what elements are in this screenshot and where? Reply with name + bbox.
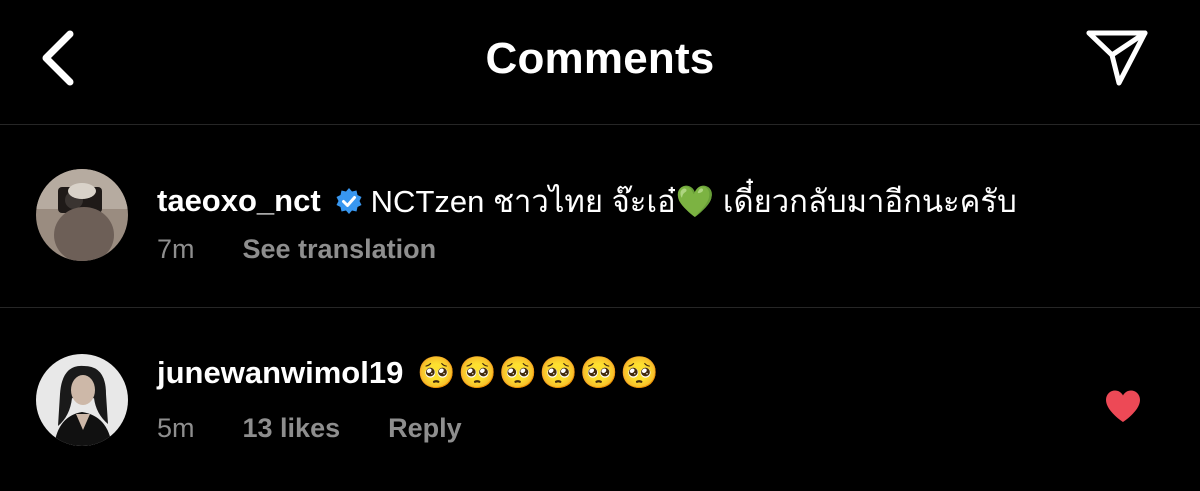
timestamp: 7m — [157, 234, 195, 264]
username[interactable]: junewanwimol19 — [157, 355, 403, 391]
avatar[interactable] — [36, 354, 128, 446]
comment-row: taeoxo_nct NCTzen ชาวไทย จ๊ะเอ๋💚 เดี๋ยวก… — [0, 125, 1200, 308]
avatar[interactable] — [36, 169, 128, 261]
comment-text: 🥺🥺🥺🥺🥺🥺 — [417, 355, 661, 390]
see-translation-link[interactable]: See translation — [243, 234, 437, 265]
timestamp: 5m — [157, 413, 195, 443]
page-title: Comments — [485, 34, 715, 83]
heart-filled-icon — [1104, 390, 1142, 427]
reply-button[interactable]: Reply — [388, 413, 462, 444]
paper-plane-icon — [1084, 27, 1150, 94]
share-button[interactable] — [1080, 26, 1154, 94]
top-bar: Comments — [0, 0, 1200, 125]
comment-text: NCTzen ชาวไทย จ๊ะเอ๋💚 เดี๋ยวกลับมาอีกนะค… — [370, 184, 1017, 219]
verified-badge-icon — [335, 187, 363, 215]
comment-text-line: taeoxo_nct NCTzen ชาวไทย จ๊ะเอ๋💚 เดี๋ยวก… — [157, 176, 1017, 226]
comment-meta: 5m 13 likes Reply — [157, 413, 462, 444]
likes-count[interactable]: 13 likes — [243, 413, 341, 444]
comment-text-line: junewanwimol19 🥺🥺🥺🥺🥺🥺 — [157, 354, 661, 391]
like-button[interactable] — [1104, 389, 1142, 423]
comment-meta: 7m See translation — [157, 234, 436, 265]
username[interactable]: taeoxo_nct — [157, 183, 321, 219]
comment-row: junewanwimol19 🥺🥺🥺🥺🥺🥺 5m 13 likes Reply — [0, 309, 1200, 491]
